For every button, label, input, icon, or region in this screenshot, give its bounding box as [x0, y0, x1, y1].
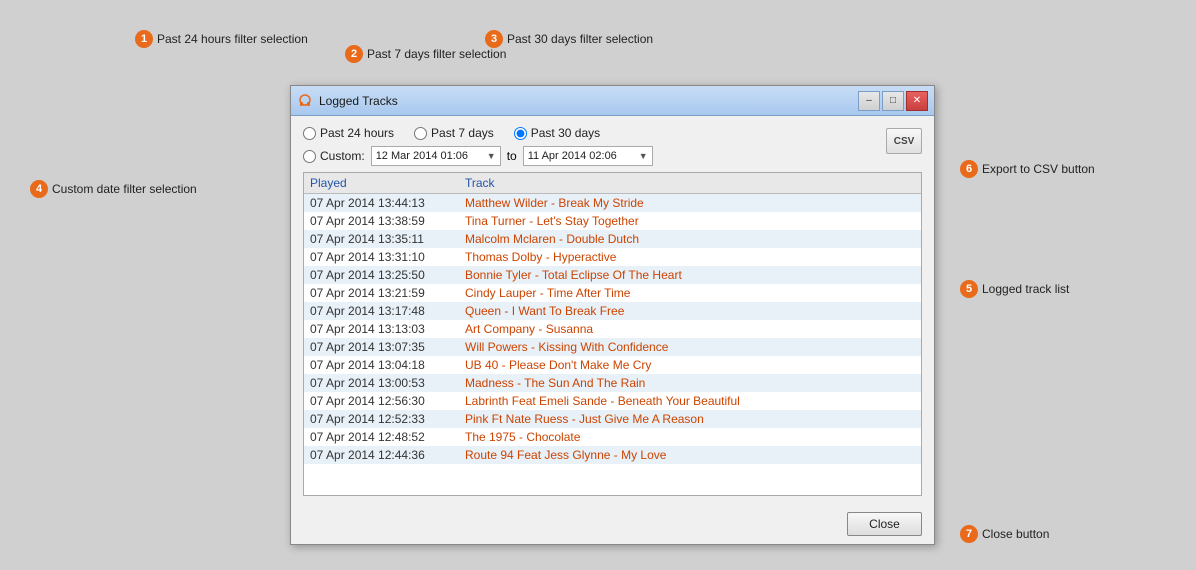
track-cell: Route 94 Feat Jess Glynne - My Love: [465, 448, 915, 462]
played-cell: 07 Apr 2014 13:04:18: [310, 358, 465, 372]
played-cell: 07 Apr 2014 12:48:52: [310, 430, 465, 444]
track-cell: Thomas Dolby - Hyperactive: [465, 250, 915, 264]
track-cell: UB 40 - Please Don't Make Me Cry: [465, 358, 915, 372]
track-cell: Queen - I Want To Break Free: [465, 304, 915, 318]
from-dropdown-arrow[interactable]: ▼: [487, 151, 496, 161]
header-played: Played: [310, 176, 465, 190]
played-cell: 07 Apr 2014 13:13:03: [310, 322, 465, 336]
track-cell: Madness - The Sun And The Rain: [465, 376, 915, 390]
track-row[interactable]: 07 Apr 2014 13:31:10 Thomas Dolby - Hype…: [304, 248, 921, 266]
to-label: to: [507, 149, 517, 163]
custom-from-input[interactable]: 12 Mar 2014 01:06 ▼: [371, 146, 501, 166]
played-cell: 07 Apr 2014 13:25:50: [310, 268, 465, 282]
track-row[interactable]: 07 Apr 2014 13:07:35 Will Powers - Kissi…: [304, 338, 921, 356]
radio-past30[interactable]: [514, 127, 527, 140]
annotation-6: 6 Export to CSV button: [960, 160, 1095, 178]
headphone-icon: [297, 93, 313, 109]
track-cell: Art Company - Susanna: [465, 322, 915, 336]
custom-to-value: 11 Apr 2014 02:06: [528, 150, 617, 162]
titlebar: Logged Tracks – □ ✕: [291, 86, 934, 116]
track-cell: Pink Ft Nate Ruess - Just Give Me A Reas…: [465, 412, 915, 426]
badge-6: 6: [960, 160, 978, 178]
filter-past24[interactable]: Past 24 hours: [303, 126, 394, 140]
filter-row-1: Past 24 hours Past 7 days Past 30 days: [303, 126, 922, 140]
header-track: Track: [465, 176, 915, 190]
track-list-container: Played Track 07 Apr 2014 13:44:13 Matthe…: [303, 172, 922, 496]
close-dialog-button[interactable]: Close: [847, 512, 922, 536]
track-row[interactable]: 07 Apr 2014 13:13:03 Art Company - Susan…: [304, 320, 921, 338]
track-cell: The 1975 - Chocolate: [465, 430, 915, 444]
filter-past24-label: Past 24 hours: [320, 126, 394, 140]
track-cell: Cindy Lauper - Time After Time: [465, 286, 915, 300]
filter-custom-label: Custom:: [320, 149, 365, 163]
track-cell: Malcolm Mclaren - Double Dutch: [465, 232, 915, 246]
played-cell: 07 Apr 2014 12:44:36: [310, 448, 465, 462]
played-cell: 07 Apr 2014 13:35:11: [310, 232, 465, 246]
track-row[interactable]: 07 Apr 2014 12:52:33 Pink Ft Nate Ruess …: [304, 410, 921, 428]
badge-4: 4: [30, 180, 48, 198]
track-list-body[interactable]: 07 Apr 2014 13:44:13 Matthew Wilder - Br…: [304, 194, 921, 495]
track-row[interactable]: 07 Apr 2014 13:04:18 UB 40 - Please Don'…: [304, 356, 921, 374]
track-cell: Labrinth Feat Emeli Sande - Beneath Your…: [465, 394, 915, 408]
played-cell: 07 Apr 2014 12:52:33: [310, 412, 465, 426]
radio-past7[interactable]: [414, 127, 427, 140]
custom-from-value: 12 Mar 2014 01:06: [376, 150, 468, 162]
window-content: Past 24 hours Past 7 days Past 30 days C…: [291, 116, 934, 506]
window-title: Logged Tracks: [319, 94, 858, 108]
played-cell: 07 Apr 2014 13:38:59: [310, 214, 465, 228]
track-row[interactable]: 07 Apr 2014 13:44:13 Matthew Wilder - Br…: [304, 194, 921, 212]
played-cell: 07 Apr 2014 12:56:30: [310, 394, 465, 408]
played-cell: 07 Apr 2014 13:00:53: [310, 376, 465, 390]
track-list-header: Played Track: [304, 173, 921, 194]
custom-to-input[interactable]: 11 Apr 2014 02:06 ▼: [523, 146, 653, 166]
filter-custom[interactable]: Custom:: [303, 149, 365, 163]
badge-7: 7: [960, 525, 978, 543]
badge-5: 5: [960, 280, 978, 298]
close-button-area: Close: [291, 506, 934, 544]
filter-past7-label: Past 7 days: [431, 126, 494, 140]
radio-past24[interactable]: [303, 127, 316, 140]
track-cell: Matthew Wilder - Break My Stride: [465, 196, 915, 210]
track-row[interactable]: 07 Apr 2014 12:44:36 Route 94 Feat Jess …: [304, 446, 921, 464]
minimize-button[interactable]: –: [858, 91, 880, 111]
logged-tracks-window: Logged Tracks – □ ✕ Past 24 hours Past 7…: [290, 85, 935, 545]
track-row[interactable]: 07 Apr 2014 12:48:52 The 1975 - Chocolat…: [304, 428, 921, 446]
track-cell: Bonnie Tyler - Total Eclipse Of The Hear…: [465, 268, 915, 282]
titlebar-buttons: – □ ✕: [858, 91, 928, 111]
annotation-1: 1 Past 24 hours filter selection: [135, 30, 308, 48]
window-close-button[interactable]: ✕: [906, 91, 928, 111]
radio-custom[interactable]: [303, 150, 316, 163]
custom-date-row: Custom: 12 Mar 2014 01:06 ▼ to 11 Apr 20…: [303, 146, 922, 166]
track-cell: Will Powers - Kissing With Confidence: [465, 340, 915, 354]
badge-3: 3: [485, 30, 503, 48]
badge-1: 1: [135, 30, 153, 48]
export-csv-button[interactable]: CSV: [886, 128, 922, 154]
filter-past30-label: Past 30 days: [531, 126, 600, 140]
filter-past7[interactable]: Past 7 days: [414, 126, 494, 140]
to-dropdown-arrow[interactable]: ▼: [639, 151, 648, 161]
played-cell: 07 Apr 2014 13:21:59: [310, 286, 465, 300]
played-cell: 07 Apr 2014 13:31:10: [310, 250, 465, 264]
filter-past30[interactable]: Past 30 days: [514, 126, 600, 140]
annotation-5: 5 Logged track list: [960, 280, 1069, 298]
played-cell: 07 Apr 2014 13:07:35: [310, 340, 465, 354]
track-row[interactable]: 07 Apr 2014 13:21:59 Cindy Lauper - Time…: [304, 284, 921, 302]
badge-2: 2: [345, 45, 363, 63]
track-row[interactable]: 07 Apr 2014 13:38:59 Tina Turner - Let's…: [304, 212, 921, 230]
track-row[interactable]: 07 Apr 2014 13:17:48 Queen - I Want To B…: [304, 302, 921, 320]
track-row[interactable]: 07 Apr 2014 13:25:50 Bonnie Tyler - Tota…: [304, 266, 921, 284]
maximize-button[interactable]: □: [882, 91, 904, 111]
played-cell: 07 Apr 2014 13:44:13: [310, 196, 465, 210]
annotation-7: 7 Close button: [960, 525, 1049, 543]
annotation-2: 2 Past 7 days filter selection: [345, 45, 506, 63]
annotation-4: 4 Custom date filter selection: [30, 180, 197, 198]
played-cell: 07 Apr 2014 13:17:48: [310, 304, 465, 318]
track-row[interactable]: 07 Apr 2014 12:56:30 Labrinth Feat Emeli…: [304, 392, 921, 410]
annotation-3: 3 Past 30 days filter selection: [485, 30, 653, 48]
track-row[interactable]: 07 Apr 2014 13:00:53 Madness - The Sun A…: [304, 374, 921, 392]
track-row[interactable]: 07 Apr 2014 13:35:11 Malcolm Mclaren - D…: [304, 230, 921, 248]
track-cell: Tina Turner - Let's Stay Together: [465, 214, 915, 228]
